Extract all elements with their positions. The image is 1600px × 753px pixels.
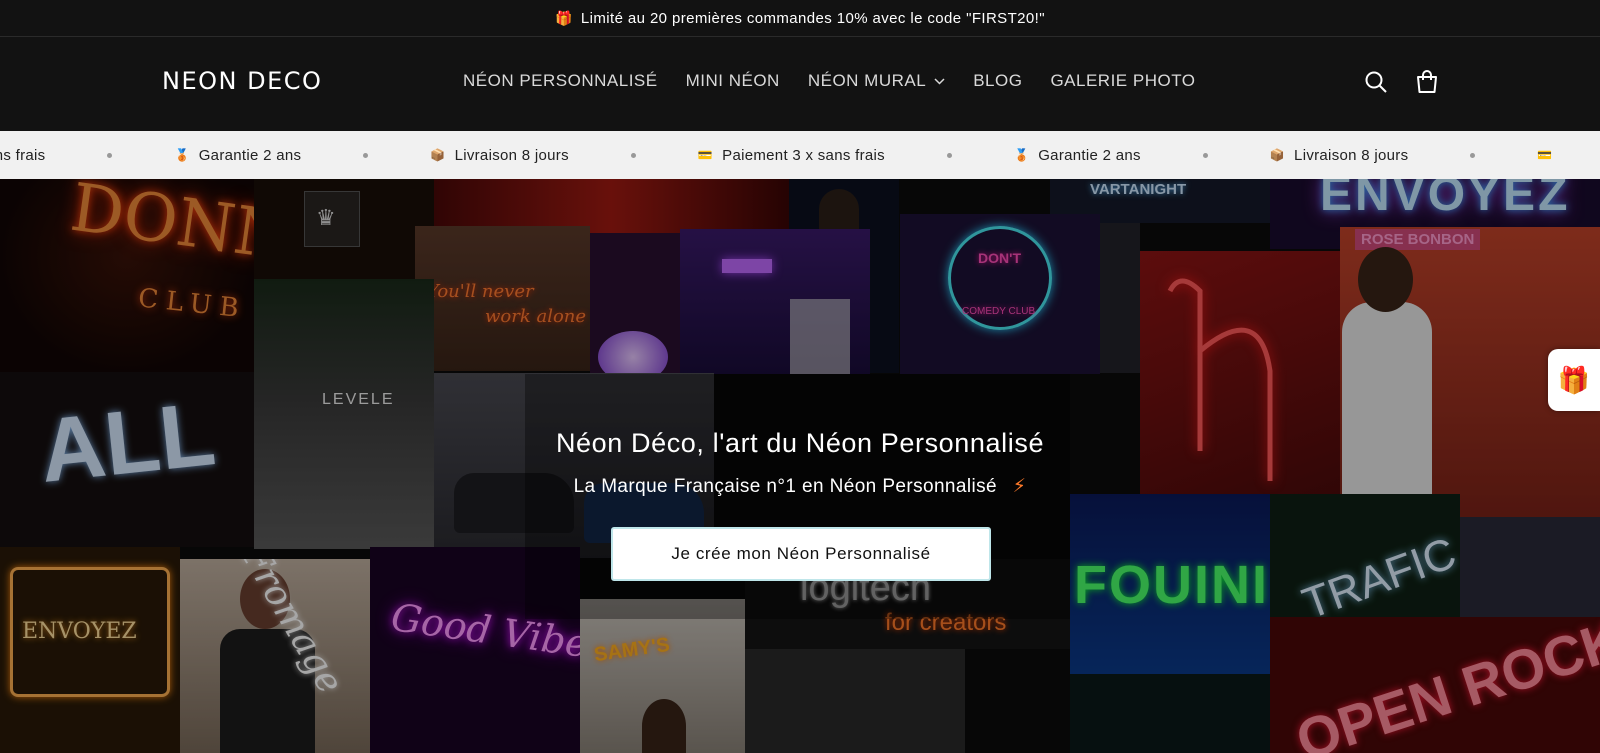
ticker-item: 🥉 Garantie 2 ans	[174, 146, 302, 164]
collage-photo-kitchen	[745, 649, 965, 753]
ticker-item: 💳	[1537, 148, 1561, 162]
ticker-dot	[107, 152, 113, 158]
collage-photo-open-rock: OPEN ROCK	[1270, 617, 1600, 753]
ticker-dot	[1470, 152, 1476, 158]
collage-photo-arcade	[680, 229, 870, 374]
gift-icon: 🎁	[555, 9, 573, 26]
ticker-item: 📦 Livraison 8 jours	[430, 146, 569, 164]
hero-banner: DONNIE CLUB ♛ VARTANIGHT ENVOYEZ You'll …	[0, 179, 1600, 753]
site-header: NEON DECO NÉON PERSONNALISÉ MINI NÉON NÉ…	[0, 37, 1600, 131]
collage-photo-comedy: DON'T COMEDY CLUB	[900, 214, 1100, 374]
hero-subtitle: La Marque Française n°1 en Néon Personna…	[573, 476, 1027, 497]
nav-neon-personnalise[interactable]: NÉON PERSONNALISÉ	[463, 71, 658, 91]
medal-icon: 🥉	[1013, 148, 1030, 162]
chevron-down-icon	[934, 74, 945, 88]
nav-galerie-photo[interactable]: GALERIE PHOTO	[1050, 71, 1195, 91]
hero-title: Néon Déco, l'art du Néon Personnalisé	[555, 428, 1045, 458]
announcement-bar: 🎁 Limité au 20 premières commandes 10% a…	[0, 0, 1600, 37]
collage-photo-donnie: DONNIE CLUB	[0, 179, 254, 372]
search-icon[interactable]	[1362, 68, 1390, 96]
ticker-item: 🥉 Garantie 2 ans	[1013, 146, 1141, 164]
ticker-dot	[363, 152, 369, 158]
announcement-text: Limité au 20 premières commandes 10% ave…	[580, 9, 1045, 27]
medal-icon: 🥉	[174, 148, 190, 162]
collage-photo-envoyez-left: ENVOYEZ	[0, 547, 180, 753]
collage-photo-fromage: Fromage	[180, 559, 370, 753]
create-neon-button[interactable]: Je crée mon Néon Personnalisé	[611, 527, 991, 581]
ticker-dot	[1202, 152, 1208, 158]
ticker-item: 📦 Livraison 8 jours	[1269, 146, 1409, 164]
collage-photo-turntable	[1460, 517, 1600, 617]
nav-blog[interactable]: BLOG	[973, 71, 1022, 91]
ticker-dot	[630, 152, 636, 158]
gift-tab[interactable]: 🎁	[1548, 349, 1600, 411]
collage-photo-levele: LEVELE	[254, 279, 434, 549]
ticker-dot	[946, 152, 952, 158]
ticker-track: x sans frais 🥉Garantie 2 ans 📦Livraison …	[0, 147, 1600, 164]
collage-photo-samys: SAMY'S	[580, 599, 745, 753]
collage-photo-dark	[1070, 674, 1270, 753]
collage-photo-never-walk: You'll never work alone	[415, 226, 590, 371]
nav-mini-neon[interactable]: MINI NÉON	[686, 71, 780, 91]
nav-neon-mural[interactable]: NÉON MURAL	[808, 71, 945, 91]
collage-photo-all: ALL	[0, 372, 254, 547]
card-icon: 💳	[697, 148, 714, 162]
gift-icon: 🎁	[1557, 364, 1591, 395]
collage-photo-wall	[1100, 223, 1140, 373]
collage-photo-crown: ♛	[254, 179, 434, 279]
cart-icon[interactable]	[1413, 68, 1441, 96]
card-icon: 💳	[1537, 148, 1553, 162]
lightning-icon: ⚡	[1012, 476, 1027, 497]
usp-ticker: x sans frais 🥉Garantie 2 ans 📦Livraison …	[0, 131, 1600, 179]
collage-photo-red-neon	[1140, 251, 1340, 501]
ticker-item: x sans frais	[0, 146, 46, 164]
box-icon: 📦	[1269, 148, 1286, 162]
box-icon: 📦	[430, 148, 446, 162]
ticker-item: 💳 Paiement 3 x sans frais	[697, 146, 885, 164]
collage-photo-lantern	[590, 233, 680, 373]
site-logo[interactable]: NEON DECO	[162, 67, 322, 95]
collage-photo-red	[434, 179, 789, 233]
collage-photo-fouini: FOUINI	[1070, 494, 1270, 674]
main-nav: NÉON PERSONNALISÉ MINI NÉON NÉON MURAL B…	[463, 71, 1224, 91]
